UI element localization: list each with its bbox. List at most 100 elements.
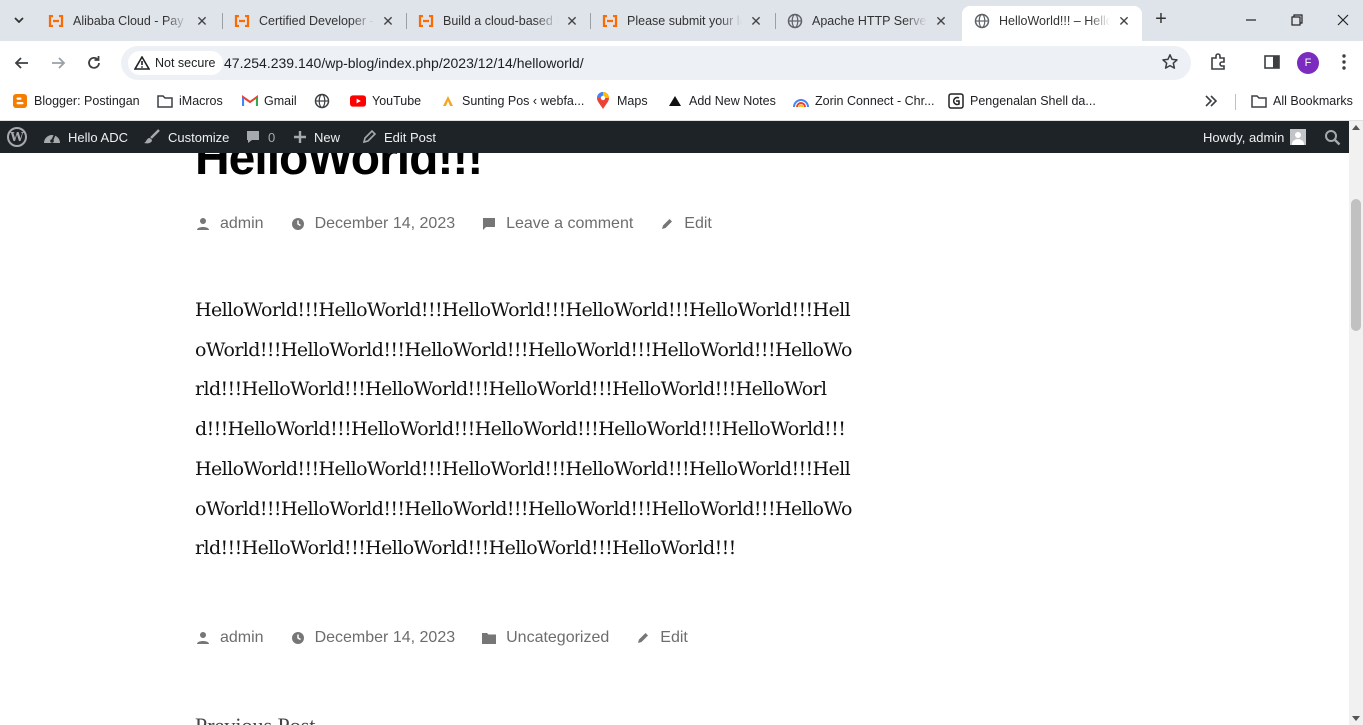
my-account-menu[interactable]: Howdy, admin bbox=[1203, 121, 1307, 153]
pencil-icon bbox=[659, 216, 675, 232]
author-link[interactable]: admin bbox=[220, 629, 264, 647]
close-icon[interactable]: ✕ bbox=[380, 13, 396, 29]
post-body: HelloWorld!!!HelloWorld!!!HelloWorld!!!H… bbox=[195, 299, 852, 560]
new-tab-button[interactable]: + bbox=[1150, 9, 1172, 31]
bookmark-label: Sunting Pos ‹ webfa... bbox=[462, 94, 585, 108]
bookmark-folder-imacros[interactable]: iMacros bbox=[157, 92, 223, 110]
bookmark-label: Add New Notes bbox=[689, 94, 776, 108]
bookmarks-overflow-button[interactable] bbox=[1204, 92, 1218, 110]
bookmark-gmail[interactable]: Gmail bbox=[242, 92, 297, 110]
all-bookmarks-button[interactable]: All Bookmarks bbox=[1251, 92, 1353, 110]
forward-button[interactable] bbox=[46, 51, 70, 75]
tab-alibaba-pay[interactable]: Alibaba Cloud - Pay S ✕ bbox=[36, 6, 220, 35]
bookmark-maps[interactable]: Maps bbox=[595, 92, 648, 110]
category-link[interactable]: Uncategorized bbox=[506, 629, 609, 647]
blogger-icon bbox=[12, 93, 28, 109]
edit-post-link[interactable]: Edit Post bbox=[361, 121, 436, 153]
tab-certified-developer[interactable]: Certified Developer - ✕ bbox=[222, 6, 406, 35]
site-name: Hello ADC bbox=[68, 129, 128, 145]
globe-icon bbox=[314, 93, 330, 109]
leave-comment-link[interactable]: Leave a comment bbox=[506, 215, 633, 233]
footer-category: Uncategorized bbox=[481, 629, 609, 647]
pencil-icon bbox=[361, 129, 377, 145]
comment-icon bbox=[481, 216, 497, 232]
tab-build-cloud[interactable]: Build a cloud-based b ✕ bbox=[406, 6, 590, 35]
wp-admin-bar: W Hello ADC Customize 0 New Edit Post Ho… bbox=[0, 121, 1349, 153]
minimize-icon bbox=[1246, 19, 1256, 21]
bookmark-label: Zorin Connect - Chr... bbox=[815, 94, 935, 108]
person-icon bbox=[195, 630, 211, 646]
post-comments: Leave a comment bbox=[481, 215, 633, 233]
comment-bubble-icon bbox=[245, 129, 261, 145]
side-panel-icon[interactable] bbox=[1262, 52, 1282, 72]
extensions-icon[interactable] bbox=[1208, 52, 1228, 72]
restore-button[interactable] bbox=[1287, 10, 1307, 30]
minimize-button[interactable] bbox=[1241, 10, 1261, 30]
bookmark-label: YouTube bbox=[372, 94, 422, 108]
security-label: Not secure bbox=[155, 56, 216, 70]
tab-helloworld-active[interactable]: HelloWorld!!! – Hello ✕ bbox=[962, 6, 1142, 41]
customize-link[interactable]: Customize bbox=[143, 121, 229, 153]
site-name-menu[interactable]: Hello ADC bbox=[43, 121, 128, 153]
bookmark-add-new-notes[interactable]: Add New Notes bbox=[667, 92, 776, 110]
bookmark-pengenalan-shell[interactable]: Pengenalan Shell da... bbox=[948, 92, 1096, 110]
admin-search-button[interactable] bbox=[1324, 121, 1341, 153]
date-link[interactable]: December 14, 2023 bbox=[315, 215, 456, 233]
back-button[interactable] bbox=[10, 51, 34, 75]
reload-button[interactable] bbox=[82, 51, 106, 75]
post-meta-header: admin December 14, 2023 Leave a comment … bbox=[195, 212, 738, 236]
previous-post-heading[interactable]: Previous Post bbox=[195, 713, 315, 725]
chevron-double-right-icon bbox=[1205, 95, 1218, 107]
arrow-left-icon bbox=[14, 57, 28, 69]
bookmark-youtube[interactable]: YouTube bbox=[350, 92, 421, 110]
close-window-button[interactable] bbox=[1333, 10, 1353, 30]
more-menu-icon[interactable] bbox=[1334, 52, 1354, 72]
maps-icon bbox=[595, 92, 611, 109]
close-icon[interactable]: ✕ bbox=[933, 13, 949, 29]
gmail-icon bbox=[242, 93, 258, 109]
author-link[interactable]: admin bbox=[220, 215, 264, 233]
clock-icon bbox=[290, 630, 306, 646]
profile-avatar[interactable]: F bbox=[1297, 52, 1319, 74]
date-link[interactable]: December 14, 2023 bbox=[315, 629, 456, 647]
edit-link[interactable]: Edit bbox=[684, 215, 712, 233]
address-bar[interactable]: Not secure 47.254.239.140/wp-blog/index.… bbox=[121, 46, 1191, 80]
post-edit: Edit bbox=[659, 215, 712, 233]
close-icon[interactable]: ✕ bbox=[1116, 13, 1132, 29]
tab-search-button[interactable] bbox=[6, 7, 32, 33]
comments-count: 0 bbox=[268, 129, 276, 145]
bookmark-label: Blogger: Postingan bbox=[34, 94, 140, 108]
bookmark-star-icon[interactable] bbox=[1161, 53, 1179, 71]
edit-link[interactable]: Edit bbox=[660, 629, 688, 647]
tab-apache[interactable]: Apache HTTP Server ✕ bbox=[775, 6, 959, 35]
warning-icon bbox=[134, 56, 150, 70]
globe-icon bbox=[787, 13, 803, 29]
security-chip[interactable]: Not secure bbox=[128, 51, 224, 75]
scroll-thumb[interactable] bbox=[1351, 199, 1361, 331]
clock-icon bbox=[290, 216, 306, 232]
bookmark-label: Pengenalan Shell da... bbox=[970, 94, 1096, 108]
tab-title: Apache HTTP Server bbox=[812, 13, 927, 28]
close-icon[interactable]: ✕ bbox=[194, 13, 210, 29]
bookmark-label: Gmail bbox=[264, 94, 297, 108]
bookmark-sunting-pos[interactable]: Sunting Pos ‹ webfa... bbox=[440, 92, 584, 110]
tab-please-submit[interactable]: Please submit your la ✕ bbox=[590, 6, 774, 35]
bookmark-zorin-connect[interactable]: Zorin Connect - Chr... bbox=[793, 92, 935, 110]
comments-link[interactable]: 0 bbox=[245, 121, 275, 153]
close-icon[interactable]: ✕ bbox=[748, 13, 764, 29]
bookmark-globe[interactable] bbox=[314, 92, 336, 110]
user-avatar bbox=[1290, 129, 1307, 145]
alibaba-icon bbox=[234, 13, 250, 29]
reload-icon bbox=[88, 56, 100, 69]
zorin-icon bbox=[793, 93, 809, 109]
folder-icon bbox=[481, 630, 497, 646]
edit-post-label: Edit Post bbox=[384, 129, 437, 145]
bookmark-blogger[interactable]: Blogger: Postingan bbox=[12, 92, 140, 110]
page-scrollbar[interactable] bbox=[1349, 121, 1363, 725]
close-icon[interactable]: ✕ bbox=[564, 13, 580, 29]
scroll-up-arrow-icon[interactable] bbox=[1352, 125, 1360, 130]
new-content-menu[interactable]: New bbox=[293, 121, 340, 153]
scroll-down-arrow-icon[interactable] bbox=[1352, 716, 1360, 721]
wp-logo-menu[interactable]: W bbox=[7, 121, 27, 153]
howdy-text: Howdy, admin bbox=[1203, 129, 1285, 145]
